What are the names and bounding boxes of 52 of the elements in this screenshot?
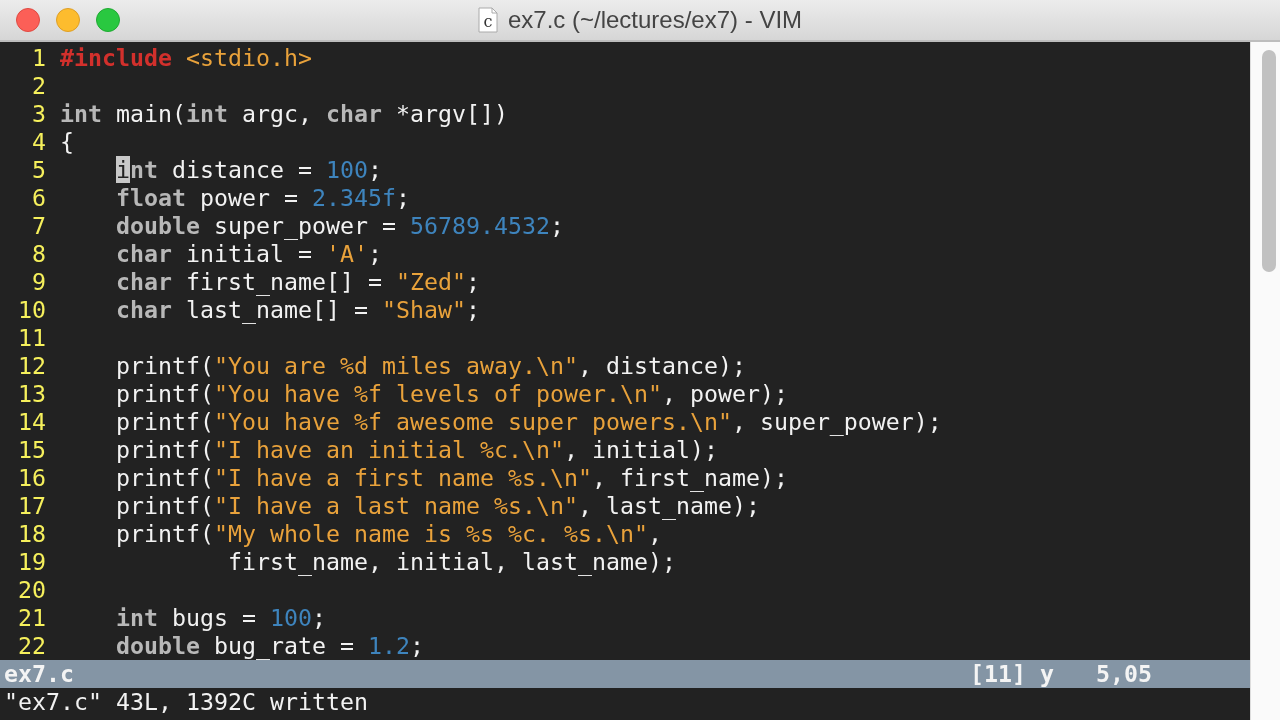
code-line: int bugs = 100; (115, 604, 326, 631)
line-number: 9 (31, 268, 47, 296)
code-line: int main(int argc, char *argv[]) (60, 100, 508, 127)
command-message: "ex7.c" 43L, 1392C written (3, 688, 369, 716)
line-number: 14 (17, 408, 47, 436)
minimize-button[interactable] (56, 8, 80, 32)
line-number: 12 (17, 352, 47, 380)
line-number: 18 (17, 520, 47, 548)
cursor-position: 5,05 (1096, 660, 1153, 688)
line-number: 7 (31, 212, 47, 240)
line-number: 5 (31, 156, 47, 184)
file-icon: c (477, 7, 498, 33)
line-number: 13 (17, 380, 47, 408)
code-line: printf("You have %f awesome super powers.\n", super_power); (115, 408, 942, 435)
line-number: 11 (17, 324, 47, 352)
line-number: 21 (17, 604, 47, 632)
line-number: 1 (31, 44, 47, 72)
close-button[interactable] (16, 8, 40, 32)
code-line: printf("I have a last name %s.\n", last_name); (115, 492, 760, 519)
scrollbar[interactable] (1250, 42, 1280, 720)
line-number: 4 (31, 128, 47, 156)
code-line: char last_name[] = "Shaw"; (115, 296, 480, 323)
code-line: int distance = 100; (114, 156, 382, 183)
code-line: char first_name[] = "Zed"; (115, 268, 480, 295)
line-number: 20 (17, 576, 47, 604)
code-line: printf("I have an initial %c.\n", initial); (115, 436, 718, 463)
line-number: 8 (31, 240, 47, 268)
code-line: printf("You have %f levels of power.\n", power); (115, 380, 788, 407)
line-number: 3 (31, 100, 47, 128)
line-number: 16 (17, 464, 47, 492)
code-line: { (60, 128, 74, 155)
code-line: first_name, initial, last_name); (226, 548, 676, 575)
code-line: double super_power = 56789.4532; (115, 212, 564, 239)
line-number: 15 (17, 436, 47, 464)
line-number: 10 (17, 296, 47, 324)
code-line: char initial = 'A'; (115, 240, 382, 267)
file-name: ex7.c (4, 660, 74, 688)
zoom-button[interactable] (96, 8, 120, 32)
line-number: 17 (17, 492, 47, 520)
line-number: 22 (17, 632, 47, 660)
code-line: #include <stdio.h> (60, 44, 312, 71)
code-line: printf("You are %d miles away.\n", distance); (115, 352, 746, 379)
line-number: 6 (31, 184, 47, 212)
line-number: 2 (31, 72, 47, 100)
code-line: printf("I have a first name %s.\n", first_name); (115, 464, 788, 491)
scrollbar-thumb[interactable] (1262, 50, 1276, 272)
code-line: printf("My whole name is %s %c. %s.\n", (115, 520, 662, 547)
register-info: [11] y (970, 660, 1054, 688)
line-number: 19 (17, 548, 47, 576)
code-line: double bug_rate = 1.2; (115, 632, 424, 659)
window-title: ex7.c (~/lectures/ex7) - VIM (507, 6, 803, 34)
code-line: float power = 2.345f; (115, 184, 410, 211)
